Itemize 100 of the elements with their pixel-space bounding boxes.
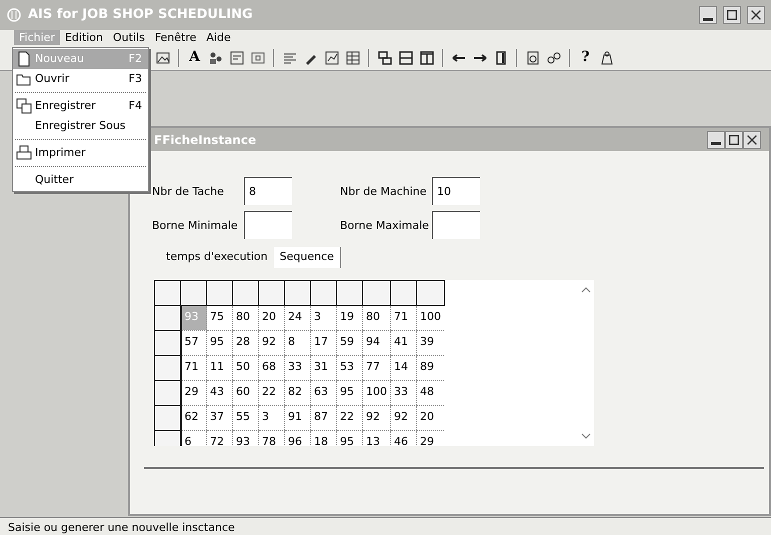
- grid-cell[interactable]: 14: [390, 355, 416, 380]
- picture-icon[interactable]: [154, 50, 170, 66]
- grid-cell[interactable]: 82: [284, 380, 310, 405]
- grid-cell[interactable]: 75: [206, 305, 232, 330]
- grid-cell[interactable]: 68: [258, 355, 284, 380]
- grid-cell[interactable]: 95: [206, 330, 232, 355]
- grid-cell[interactable]: 48: [416, 380, 444, 405]
- chart-icon[interactable]: [324, 50, 340, 66]
- grid-cell[interactable]: 53: [336, 355, 362, 380]
- menu-entry[interactable]: Quitter: [13, 170, 148, 190]
- minimize-button[interactable]: [699, 6, 717, 24]
- grid-cell[interactable]: 43: [206, 380, 232, 405]
- grid-cell[interactable]: 78: [258, 430, 284, 446]
- field-label: Borne Maximale: [340, 218, 430, 234]
- grid-cell[interactable]: 77: [362, 355, 390, 380]
- grid-cell[interactable]: 20: [258, 305, 284, 330]
- field-label: Borne Minimale: [152, 218, 239, 234]
- close-button[interactable]: [747, 6, 765, 24]
- grid-cell[interactable]: 22: [258, 380, 284, 405]
- grid-cell[interactable]: 59: [336, 330, 362, 355]
- grid-cell[interactable]: 100: [362, 380, 390, 405]
- grid-cell[interactable]: 71: [180, 355, 206, 380]
- grid-cell[interactable]: 93: [232, 430, 258, 446]
- document-icon[interactable]: [524, 50, 540, 66]
- maximize-button[interactable]: [725, 130, 743, 148]
- grid-cell[interactable]: 18: [310, 430, 336, 446]
- grid-cell[interactable]: 55: [232, 405, 258, 430]
- grid-cell[interactable]: 95: [336, 430, 362, 446]
- menu-entry[interactable]: Imprimer: [13, 143, 148, 163]
- people-icon[interactable]: [208, 50, 224, 66]
- tab[interactable]: Sequence: [274, 247, 341, 268]
- menu-item[interactable]: Outils: [108, 30, 150, 45]
- input-field[interactable]: 10: [432, 177, 480, 205]
- bag-icon[interactable]: [598, 50, 614, 66]
- grid-cell[interactable]: 29: [416, 430, 444, 446]
- tab[interactable]: temps d'execution: [160, 247, 274, 268]
- grid-cell[interactable]: 100: [416, 305, 444, 330]
- grid-cell[interactable]: 46: [390, 430, 416, 446]
- tile-vertical-icon[interactable]: [418, 50, 434, 66]
- input-field[interactable]: [244, 211, 292, 239]
- grid-cell[interactable]: 33: [284, 355, 310, 380]
- grid-cell[interactable]: 60: [232, 380, 258, 405]
- grid-cell[interactable]: 89: [416, 355, 444, 380]
- grid-cell[interactable]: 62: [180, 405, 206, 430]
- grid-cell[interactable]: 11: [206, 355, 232, 380]
- grid-cell[interactable]: 91: [284, 405, 310, 430]
- frame-icon[interactable]: [250, 50, 266, 66]
- grid-cell[interactable]: 87: [310, 405, 336, 430]
- grid-cell[interactable]: 8: [284, 330, 310, 355]
- grid-cell[interactable]: 13: [362, 430, 390, 446]
- grid-cell[interactable]: 37: [206, 405, 232, 430]
- grid-cell[interactable]: 31: [310, 355, 336, 380]
- cascade-icon[interactable]: [376, 50, 392, 66]
- grid-cell[interactable]: 33: [390, 380, 416, 405]
- menu-item[interactable]: Edition: [60, 30, 108, 45]
- table-icon[interactable]: [344, 50, 360, 66]
- grid-cell[interactable]: 28: [232, 330, 258, 355]
- grid-cell[interactable]: 80: [362, 305, 390, 330]
- grid-cell[interactable]: 72: [206, 430, 232, 446]
- grid-cell[interactable]: 24: [284, 305, 310, 330]
- menu-entry[interactable]: Enregistrer Sous: [13, 116, 148, 136]
- maximize-icon: [725, 8, 739, 22]
- grid-cell[interactable]: 63: [310, 380, 336, 405]
- grid-cell[interactable]: 6: [180, 430, 206, 446]
- close-icon: [745, 132, 759, 146]
- grid-cell[interactable]: 94: [362, 330, 390, 355]
- minimize-button[interactable]: [707, 130, 725, 148]
- grid-cell[interactable]: 92: [258, 330, 284, 355]
- grid-cell[interactable]: 92: [390, 405, 416, 430]
- grid-cell[interactable]: 3: [258, 405, 284, 430]
- grid-cell[interactable]: 41: [390, 330, 416, 355]
- grid-cell[interactable]: 50: [232, 355, 258, 380]
- grid-cell[interactable]: 17: [310, 330, 336, 355]
- close-button[interactable]: [743, 130, 761, 148]
- tile-horizontal-icon[interactable]: [398, 50, 414, 66]
- grid-cell[interactable]: 3: [310, 305, 336, 330]
- toolbar-button[interactable]: A: [184, 47, 205, 68]
- grid-cell[interactable]: 92: [362, 405, 390, 430]
- grid-cell[interactable]: 20: [416, 405, 444, 430]
- menu-item[interactable]: Fenêtre: [150, 30, 202, 45]
- toolbar-button[interactable]: ?: [575, 47, 596, 68]
- grid-cell[interactable]: 71: [390, 305, 416, 330]
- maximize-icon: [727, 132, 741, 146]
- grid-cell[interactable]: 29: [180, 380, 206, 405]
- grid-cell[interactable]: 96: [284, 430, 310, 446]
- app-icon: [6, 7, 22, 23]
- menu-entry[interactable]: Ouvrir F3: [13, 69, 148, 89]
- grid-cell[interactable]: 80: [232, 305, 258, 330]
- grid-cell[interactable]: 22: [336, 405, 362, 430]
- menu-entry[interactable]: Enregistrer F4: [13, 96, 148, 116]
- column-header: [154, 280, 180, 305]
- input-field[interactable]: [432, 211, 480, 239]
- menu-item[interactable]: Aide: [201, 30, 236, 45]
- grid-cell[interactable]: 95: [336, 380, 362, 405]
- grid-cell[interactable]: 57: [180, 330, 206, 355]
- grid-cell[interactable]: 19: [336, 305, 362, 330]
- input-field[interactable]: 8: [244, 177, 292, 205]
- maximize-button[interactable]: [723, 6, 741, 24]
- grid-cell[interactable]: 39: [416, 330, 444, 355]
- form-icon[interactable]: [228, 50, 244, 66]
